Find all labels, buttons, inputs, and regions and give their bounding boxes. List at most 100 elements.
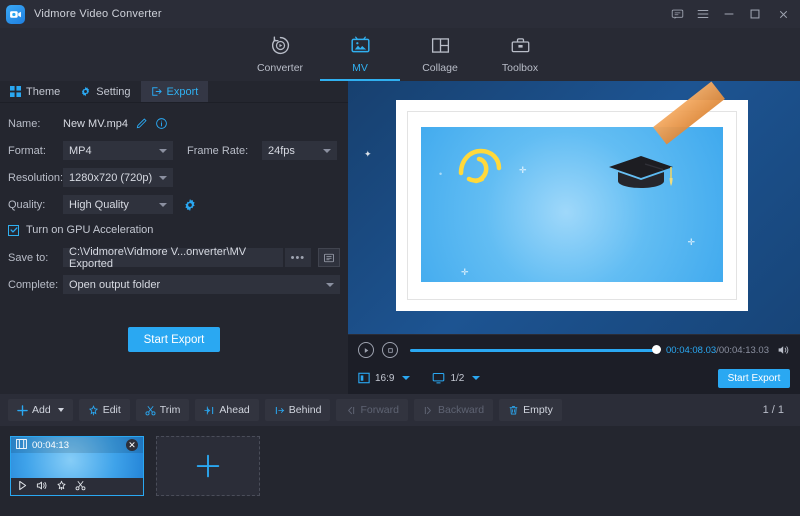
trim-label: Trim — [160, 404, 181, 416]
export-panel: Theme Setting Export Name: New MV.mp4 — [0, 81, 348, 394]
resolution-row: Resolution: 1280x720 (720p) — [8, 165, 340, 190]
clip-header: 00:04:13 ✕ — [11, 437, 143, 453]
name-row: Name: New MV.mp4 — [8, 111, 340, 136]
minimize-icon[interactable] — [716, 0, 742, 28]
chevron-down-icon[interactable] — [58, 408, 64, 412]
resolution-select[interactable]: 1280x720 (720p) — [63, 168, 173, 187]
start-export-wrap: Start Export — [8, 327, 340, 352]
total-time: 00:04:13.03 — [719, 345, 769, 356]
complete-select[interactable]: Open output folder — [63, 275, 340, 294]
player-bar: 00:04:08.03 / 00:04:13.03 16:9 1/2 — [348, 334, 800, 394]
save-to-input[interactable]: C:\Vidmore\Vidmore V...onverter\MV Expor… — [63, 248, 283, 267]
volume-icon[interactable] — [777, 344, 790, 356]
save-to-row: Save to: C:\Vidmore\Vidmore V...onverter… — [8, 245, 340, 270]
nav-item-converter[interactable]: Converter — [240, 28, 320, 81]
window-controls — [664, 0, 800, 28]
name-value: New MV.mp4 — [63, 118, 128, 130]
chevron-down-icon[interactable] — [472, 376, 480, 380]
edit-button[interactable]: Edit — [79, 399, 130, 421]
trim-button[interactable]: Trim — [136, 399, 190, 421]
behind-button[interactable]: Behind — [265, 399, 331, 421]
frame-rate-select[interactable]: 24fps — [262, 141, 337, 160]
gear-icon[interactable] — [183, 198, 197, 212]
effect-icon[interactable] — [56, 478, 67, 496]
current-time: 00:04:08.03 — [666, 345, 716, 356]
pencil-icon[interactable] — [135, 117, 148, 130]
zoom-value: 1/2 — [450, 373, 464, 384]
tab-label-setting: Setting — [96, 86, 130, 98]
folder-open-icon[interactable] — [318, 248, 340, 267]
trash-icon — [508, 405, 519, 416]
add-button[interactable]: Add — [8, 399, 73, 421]
nav-item-toolbox[interactable]: Toolbox — [480, 28, 560, 81]
chevron-down-icon — [323, 149, 331, 153]
mv-icon — [350, 33, 371, 58]
close-icon[interactable]: ✕ — [126, 439, 138, 451]
play-icon[interactable] — [17, 478, 28, 496]
feedback-icon[interactable] — [664, 0, 690, 28]
chevron-down-icon[interactable] — [402, 376, 410, 380]
quality-label: Quality: — [8, 199, 63, 211]
maximize-icon[interactable] — [742, 0, 768, 28]
move-backward-icon — [423, 405, 434, 416]
empty-button[interactable]: Empty — [499, 399, 562, 421]
page-counter: 1 / 1 — [763, 404, 792, 416]
ahead-label: Ahead — [219, 404, 249, 416]
aspect-ratio-icon — [358, 372, 370, 384]
gpu-acceleration-row[interactable]: Turn on GPU Acceleration — [8, 219, 340, 241]
clip-list: 00:04:13 ✕ — [0, 426, 800, 516]
complete-row: Complete: Open output folder — [8, 272, 340, 297]
format-value: MP4 — [69, 145, 92, 157]
format-select[interactable]: MP4 — [63, 141, 173, 160]
photo-frame: ✛ ✛ ✛ • — [396, 100, 748, 311]
forward-button[interactable]: Forward — [336, 399, 408, 421]
add-clip-button[interactable] — [156, 436, 260, 496]
aspect-ratio-control[interactable]: 16:9 — [358, 372, 410, 384]
add-label: Add — [32, 404, 51, 416]
chevron-down-icon — [159, 176, 167, 180]
main-nav: Converter MV Collage Toolbox — [0, 28, 800, 81]
title-bar: Vidmore Video Converter — [0, 0, 800, 28]
backward-button[interactable]: Backward — [414, 399, 493, 421]
browse-button[interactable]: ••• — [285, 248, 312, 267]
quality-select[interactable]: High Quality — [63, 195, 173, 214]
quality-row: Quality: High Quality — [8, 192, 340, 217]
list-item[interactable]: 00:04:13 ✕ — [10, 436, 144, 496]
play-icon[interactable] — [358, 342, 374, 358]
chevron-down-icon — [159, 203, 167, 207]
close-icon[interactable] — [768, 0, 798, 28]
move-forward-icon — [345, 405, 356, 416]
start-export-button[interactable]: Start Export — [128, 327, 220, 352]
gear-icon — [80, 86, 91, 97]
clip-duration: 00:04:13 — [32, 440, 69, 451]
nav-item-mv[interactable]: MV — [320, 28, 400, 81]
nav-label-mv: MV — [352, 62, 368, 74]
forward-label: Forward — [360, 404, 399, 416]
trim-icon[interactable] — [75, 478, 86, 496]
behind-label: Behind — [289, 404, 322, 416]
tab-theme[interactable]: Theme — [0, 81, 70, 102]
collage-icon — [430, 33, 451, 58]
tab-setting[interactable]: Setting — [70, 81, 140, 102]
tab-export[interactable]: Export — [141, 81, 209, 102]
info-icon[interactable] — [155, 117, 168, 130]
edit-label: Edit — [103, 404, 121, 416]
app-window: Vidmore Video Converter Convert — [0, 0, 800, 516]
seek-handle[interactable] — [652, 345, 661, 354]
seek-slider[interactable] — [410, 349, 658, 352]
player-start-export-button[interactable]: Start Export — [718, 369, 790, 388]
plus-icon — [193, 451, 223, 481]
nav-item-collage[interactable]: Collage — [400, 28, 480, 81]
frame-rate-value: 24fps — [268, 145, 295, 157]
volume-icon[interactable] — [36, 478, 48, 496]
sparkle-icon: ✦ — [364, 149, 372, 160]
zoom-control[interactable]: 1/2 — [432, 372, 480, 384]
chevron-down-icon — [159, 149, 167, 153]
insert-ahead-icon — [204, 405, 215, 416]
gpu-checkbox[interactable] — [8, 225, 19, 236]
stop-icon[interactable] — [382, 342, 398, 358]
sparkle-icon: • — [439, 169, 442, 179]
toolbox-icon — [510, 33, 531, 58]
ahead-button[interactable]: Ahead — [195, 399, 258, 421]
menu-icon[interactable] — [690, 0, 716, 28]
